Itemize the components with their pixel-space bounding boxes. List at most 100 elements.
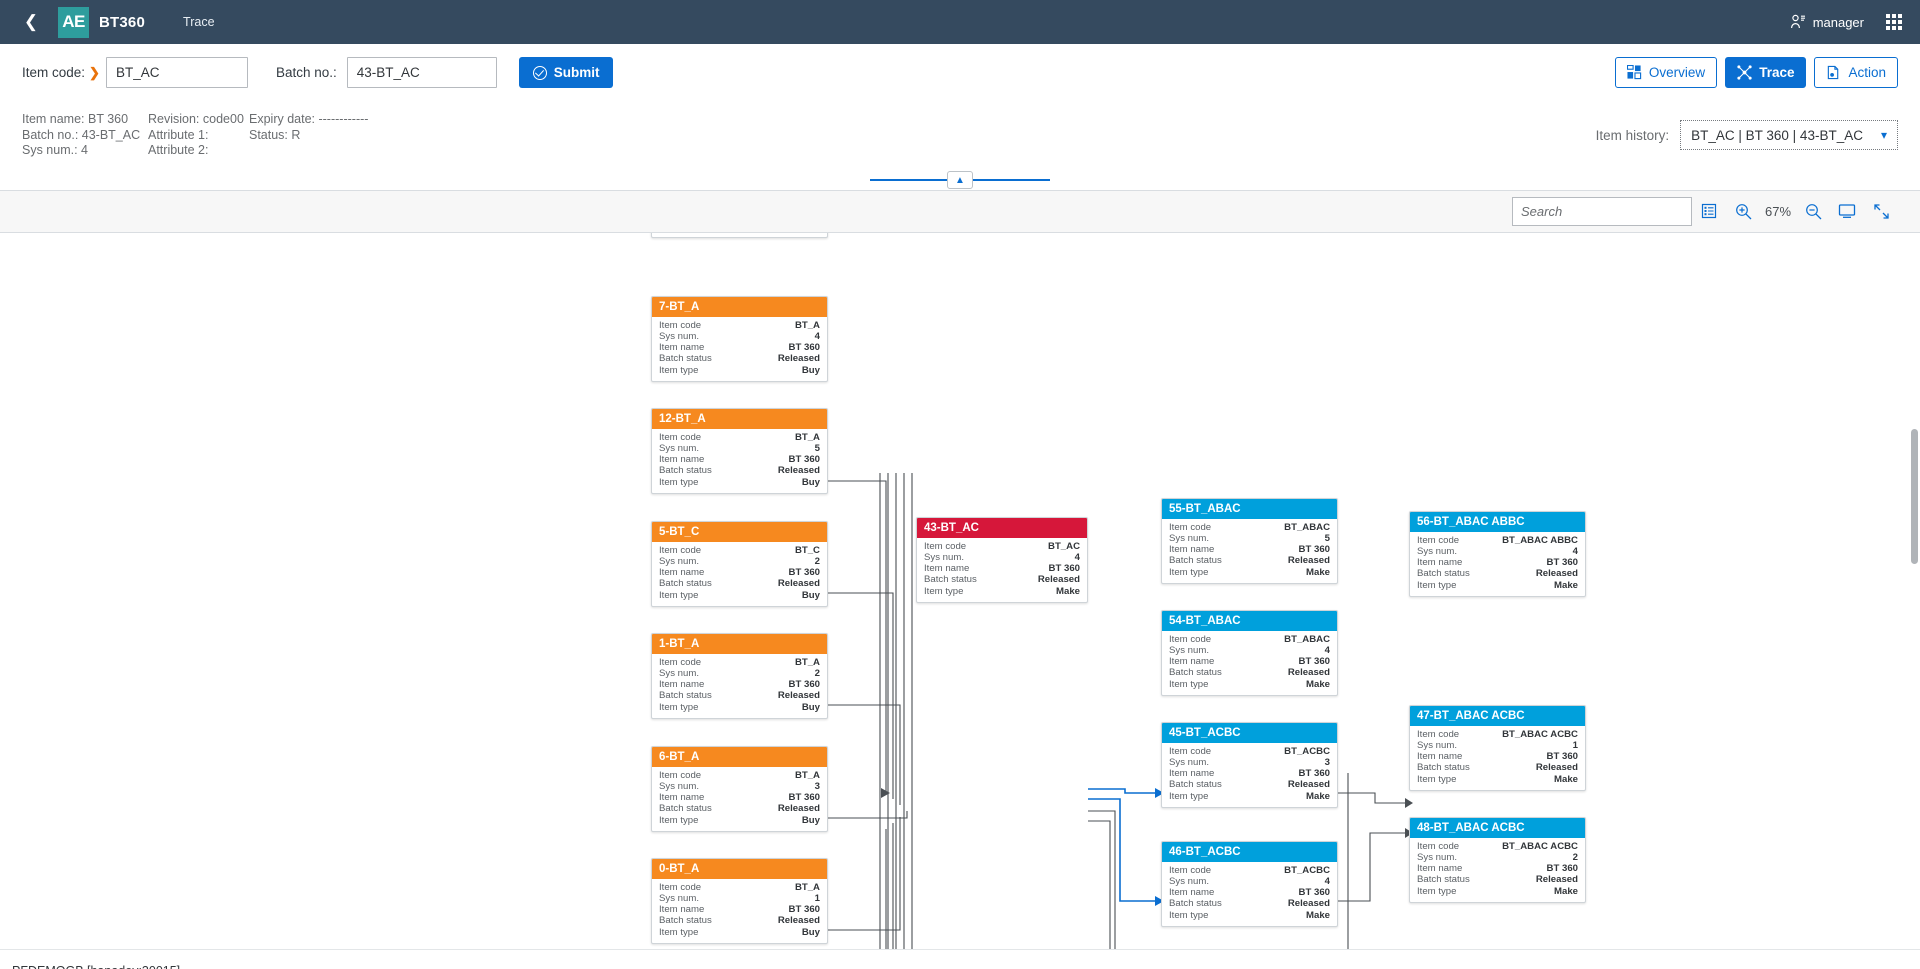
graph-node[interactable]: 12-BT_AItem codeBT_ASys num.5Item nameBT… — [651, 408, 828, 494]
top-header-bar: ❮ AE BT360 Trace manager — [0, 0, 1920, 44]
graph-node-field-value: Make — [1306, 679, 1330, 690]
graph-node[interactable]: 48-BT_ABAC ACBCItem codeBT_ABAC ACBCSys … — [1409, 817, 1586, 903]
info-item-name: Item name: BT 360 — [22, 112, 148, 128]
graph-node-field-label: Item type — [1169, 910, 1208, 921]
graph-node-field-label: Batch status — [659, 465, 712, 476]
graph-node-title: 55-BT_ABAC — [1162, 499, 1337, 519]
graph-node-field: Batch statusReleased — [659, 353, 820, 364]
graph-node-field-label: Sys num. — [1169, 533, 1209, 544]
graph-node[interactable]: 55-BT_ABACItem codeBT_ABACSys num.5Item … — [1161, 498, 1338, 584]
graph-node-field-value: BT_A — [795, 770, 820, 781]
graph-node-body: Item codeBT_ASys num.5Item nameBT 360Bat… — [652, 429, 827, 493]
graph-node-field: Sys num.3 — [659, 781, 820, 792]
submit-button-label: Submit — [554, 65, 600, 80]
graph-search-box[interactable] — [1512, 197, 1692, 226]
trace-button[interactable]: Trace — [1725, 57, 1806, 88]
zoom-out-button[interactable] — [1796, 197, 1830, 226]
graph-node-field-label: Item name — [924, 563, 969, 574]
graph-node[interactable]: 45-BT_ACBCItem codeBT_ACBCSys num.3Item … — [1161, 722, 1338, 808]
graph-node-field-value: Released — [1288, 898, 1330, 909]
info-expiry-date: Expiry date: ------------ — [249, 112, 449, 128]
nav-link-trace[interactable]: Trace — [183, 15, 215, 29]
graph-node-title: 12-BT_A — [652, 409, 827, 429]
graph-node-field: Batch statusReleased — [1417, 874, 1578, 885]
graph-node-field-label: Item name — [659, 679, 704, 690]
info-attribute-2: Attribute 2: — [148, 143, 249, 159]
graph-node[interactable]: 43-BT_ACItem codeBT_ACSys num.4Item name… — [916, 517, 1088, 603]
graph-node-field-label: Sys num. — [659, 443, 699, 454]
graph-node-field-value: 2 — [1573, 852, 1578, 863]
graph-node-title: 0-BT_A — [652, 859, 827, 879]
graph-node[interactable]: 54-BT_ABACItem codeBT_ABACSys num.4Item … — [1161, 610, 1338, 696]
item-history-select[interactable]: BT_AC | BT 360 | 43-BT_AC ▾ — [1680, 120, 1898, 150]
legend-button[interactable] — [1692, 197, 1726, 226]
trace-graph-canvas[interactable]: Item codeBT_ASys num.4Item nameBT 360Bat… — [0, 233, 1920, 949]
graph-node-field-value: BT_ABAC ACBC — [1502, 841, 1578, 852]
submit-button[interactable]: Submit — [519, 57, 614, 88]
canvas-vertical-scrollbar[interactable] — [1909, 233, 1920, 949]
graph-node-field-label: Item type — [659, 927, 698, 938]
graph-node-field: Item typeMake — [1169, 567, 1330, 578]
graph-node-title: 46-BT_ACBC — [1162, 842, 1337, 862]
panel-collapse-row: ▲ — [0, 171, 1920, 191]
graph-node-field-value: BT_ABAC ABBC — [1502, 535, 1578, 546]
graph-node[interactable]: 7-BT_AItem codeBT_ASys num.4Item nameBT … — [651, 296, 828, 382]
graph-node[interactable]: 1-BT_AItem codeBT_ASys num.2Item nameBT … — [651, 633, 828, 719]
graph-node-field-label: Item type — [659, 815, 698, 826]
info-batch-no: Batch no.: 43-BT_AC — [22, 128, 148, 144]
graph-node-field-label: Sys num. — [659, 781, 699, 792]
graph-node[interactable]: 46-BT_ACBCItem codeBT_ACBCSys num.4Item … — [1161, 841, 1338, 927]
graph-node-field: Item typeBuy — [659, 927, 820, 938]
graph-node-field-label: Item type — [1169, 791, 1208, 802]
graph-node-field: Item nameBT 360 — [659, 792, 820, 803]
search-input[interactable] — [1521, 204, 1699, 219]
scrollbar-thumb[interactable] — [1911, 429, 1918, 564]
graph-node-field-label: Item name — [659, 454, 704, 465]
graph-node-field: Item nameBT 360 — [659, 454, 820, 465]
graph-node-field-label: Item code — [659, 432, 701, 443]
graph-node-body: Item codeBT_ABAC ACBCSys num.1Item nameB… — [1410, 726, 1585, 790]
graph-node[interactable]: 6-BT_AItem codeBT_ASys num.3Item nameBT … — [651, 746, 828, 832]
graph-node-field: Item typeMake — [924, 586, 1080, 597]
graph-node-field-label: Item name — [659, 904, 704, 915]
graph-node-field: Sys num.4 — [659, 331, 820, 342]
graph-node-field-label: Item name — [1417, 557, 1462, 568]
graph-node-field-value: BT_C — [795, 545, 820, 556]
graph-node-field-label: Sys num. — [659, 893, 699, 904]
graph-node-body: Item codeBT_ACSys num.4Item nameBT 360Ba… — [917, 538, 1087, 602]
filter-bar: Item code: ❯ Batch no.: Submit Overview … — [0, 44, 1920, 102]
graph-node[interactable]: 56-BT_ABAC ABBCItem codeBT_ABAC ABBCSys … — [1409, 511, 1586, 597]
collapse-panel-toggle[interactable]: ▲ — [947, 171, 973, 189]
chevron-down-icon: ▾ — [1881, 128, 1887, 144]
graph-node-field: Sys num.1 — [1417, 740, 1578, 751]
graph-node-field-label: Sys num. — [1417, 740, 1457, 751]
fullscreen-button[interactable] — [1864, 197, 1898, 226]
action-button[interactable]: Action — [1814, 57, 1898, 88]
zoom-in-button[interactable] — [1726, 197, 1760, 226]
item-code-input[interactable] — [106, 57, 248, 88]
graph-node-field-value: 2 — [815, 556, 820, 567]
batch-no-input[interactable] — [347, 57, 497, 88]
graph-node[interactable]: Item codeBT_ASys num.4Item nameBT 360Bat… — [651, 233, 828, 238]
back-chevron-icon[interactable]: ❮ — [18, 9, 44, 35]
overview-button[interactable]: Overview — [1615, 57, 1717, 88]
grid-apps-icon[interactable] — [1886, 14, 1902, 30]
graph-node-field-value: BT_A — [795, 657, 820, 668]
graph-node-field-value: BT 360 — [789, 679, 820, 690]
graph-node-field-label: Batch status — [1417, 762, 1470, 773]
graph-node-field-label: Item type — [924, 586, 963, 597]
legend-list-icon — [1701, 203, 1717, 219]
graph-node[interactable]: 5-BT_CItem codeBT_CSys num.2Item nameBT … — [651, 521, 828, 607]
graph-node-field-label: Batch status — [1169, 779, 1222, 790]
graph-node[interactable]: 47-BT_ABAC ACBCItem codeBT_ABAC ACBCSys … — [1409, 705, 1586, 791]
graph-node-body: Item codeBT_ASys num.1Item nameBT 360Bat… — [652, 879, 827, 943]
graph-node-field-value: Make — [1306, 910, 1330, 921]
fit-to-screen-button[interactable] — [1830, 197, 1864, 226]
user-menu[interactable]: manager — [1790, 14, 1864, 30]
graph-node-field: Item codeBT_A — [659, 320, 820, 331]
graph-node-field-label: Item type — [1169, 679, 1208, 690]
graph-node-field-label: Item code — [659, 657, 701, 668]
graph-node-field: Item name BT 360 — [659, 679, 820, 690]
graph-node[interactable]: 0-BT_AItem codeBT_ASys num.1Item nameBT … — [651, 858, 828, 944]
graph-node-field-value: BT 360 — [1299, 656, 1330, 667]
